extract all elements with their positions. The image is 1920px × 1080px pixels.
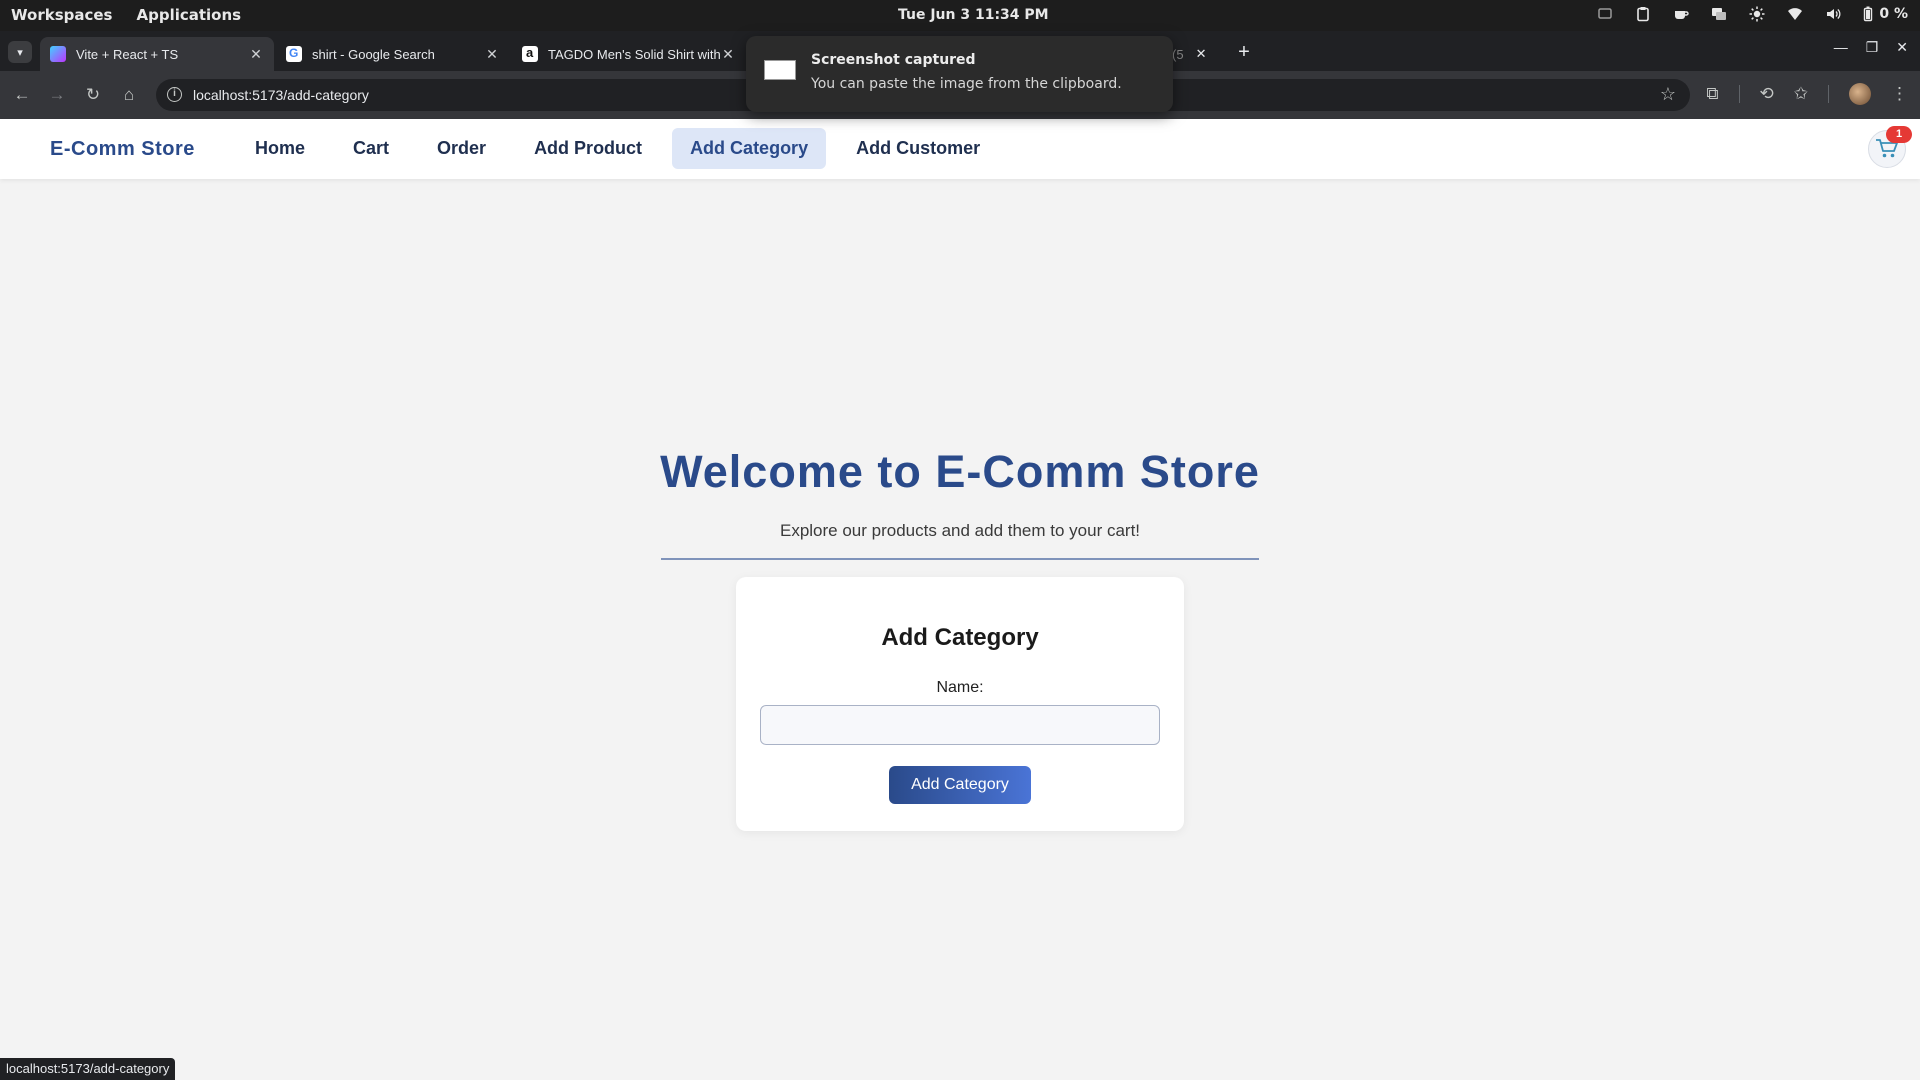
screenshot-notification[interactable]: Screenshot captured You can paste the im… bbox=[746, 36, 1173, 112]
google-icon bbox=[286, 46, 302, 62]
hero-title: Welcome to E-Comm Store bbox=[660, 446, 1260, 497]
form-title: Add Category bbox=[881, 624, 1039, 651]
amazon-icon bbox=[522, 45, 538, 62]
window-controls: — ❐ ✕ bbox=[1834, 39, 1908, 56]
applications-menu[interactable]: Applications bbox=[136, 6, 241, 24]
close-icon[interactable]: ✕ bbox=[484, 46, 500, 63]
new-tab-button[interactable]: + bbox=[1232, 41, 1256, 65]
add-category-button[interactable]: Add Category bbox=[889, 766, 1031, 804]
nav-add-product[interactable]: Add Product bbox=[516, 128, 660, 169]
nav-home[interactable]: Home bbox=[237, 128, 323, 169]
screen-icon[interactable] bbox=[1597, 6, 1613, 22]
cart-count-badge: 1 bbox=[1886, 126, 1912, 143]
volume-icon[interactable] bbox=[1825, 6, 1841, 22]
forward-icon[interactable]: → bbox=[45, 83, 69, 107]
category-name-input[interactable] bbox=[760, 705, 1160, 745]
reload-icon[interactable]: ↻ bbox=[81, 83, 105, 107]
nav-cart[interactable]: Cart bbox=[335, 128, 407, 169]
screenshot-thumbnail bbox=[764, 60, 796, 80]
toolbar-actions: ⧉ ⟲ ✩ ⋮ bbox=[1706, 83, 1908, 105]
workspaces-menu[interactable]: Workspaces bbox=[11, 6, 112, 24]
site-navbar: E-Comm Store Home Cart Order Add Product… bbox=[0, 119, 1920, 179]
nav-add-category[interactable]: Add Category bbox=[672, 128, 827, 169]
add-category-form: Add Category Name: Add Category bbox=[736, 577, 1184, 831]
web-page: E-Comm Store Home Cart Order Add Product… bbox=[0, 119, 1920, 1080]
status-bar-url: localhost:5173/add-category bbox=[0, 1058, 176, 1080]
tab-vite-react[interactable]: Vite + React + TS ✕ bbox=[40, 37, 274, 71]
toolbar-divider bbox=[1738, 85, 1740, 103]
tab-amazon-shirt[interactable]: TAGDO Men's Solid Shirt with ✕ bbox=[512, 37, 746, 71]
tab-title: (5 bbox=[1172, 46, 1184, 62]
more-menu-icon[interactable]: ⋮ bbox=[1891, 84, 1908, 104]
system-tray: 0 % bbox=[1597, 6, 1908, 22]
toolbar-divider bbox=[1828, 85, 1829, 103]
tab-partial[interactable]: (5 ✕ bbox=[1172, 37, 1222, 71]
hero-subtitle: Explore our products and add them to you… bbox=[779, 521, 1141, 540]
minimize-icon[interactable]: — bbox=[1834, 39, 1848, 56]
clipboard-icon[interactable] bbox=[1635, 6, 1651, 22]
tab-google-search[interactable]: shirt - Google Search ✕ bbox=[276, 37, 510, 71]
history-icon[interactable]: ⟲ bbox=[1760, 84, 1774, 104]
site-info-icon[interactable]: i bbox=[167, 87, 182, 102]
system-clock[interactable]: Tue Jun 3 11:34 PM bbox=[898, 7, 1049, 23]
name-label: Name: bbox=[936, 679, 984, 696]
notification-title: Screenshot captured bbox=[811, 52, 976, 68]
notification-body: You can paste the image from the clipboa… bbox=[811, 76, 1122, 92]
battery-percentage: 0 % bbox=[1879, 6, 1908, 22]
nav-links: Home Cart Order Add Product Add Category… bbox=[237, 128, 998, 169]
back-icon[interactable]: ← bbox=[10, 83, 34, 107]
nav-add-customer[interactable]: Add Customer bbox=[838, 128, 998, 169]
home-icon[interactable]: ⌂ bbox=[117, 83, 141, 107]
bookmark-star-icon[interactable]: ☆ bbox=[1660, 84, 1676, 105]
nav-order[interactable]: Order bbox=[419, 128, 504, 169]
tab-title: Vite + React + TS bbox=[76, 46, 179, 62]
close-icon[interactable]: ✕ bbox=[1196, 46, 1207, 62]
profile-avatar[interactable] bbox=[1849, 83, 1871, 105]
close-icon[interactable]: ✕ bbox=[248, 46, 264, 63]
tab-search-button[interactable]: ▾ bbox=[8, 41, 32, 63]
brightness-icon[interactable] bbox=[1749, 6, 1765, 22]
os-top-bar: Workspaces Applications Tue Jun 3 11:34 … bbox=[0, 0, 1920, 31]
close-window-icon[interactable]: ✕ bbox=[1896, 39, 1908, 56]
hero-divider bbox=[661, 558, 1259, 560]
url-text[interactable]: localhost:5173/add-category bbox=[193, 87, 369, 103]
tab-title: TAGDO Men's Solid Shirt with bbox=[548, 46, 720, 62]
brand-logo[interactable]: E-Comm Store bbox=[50, 138, 195, 161]
restore-icon[interactable]: ❐ bbox=[1866, 39, 1879, 56]
wifi-icon[interactable] bbox=[1787, 6, 1803, 22]
bookmarks-icon[interactable]: ✩ bbox=[1794, 84, 1808, 104]
vite-icon bbox=[50, 46, 66, 62]
display-icon[interactable] bbox=[1711, 6, 1727, 22]
tab-title: shirt - Google Search bbox=[312, 46, 435, 62]
coffee-icon[interactable] bbox=[1673, 6, 1689, 22]
close-icon[interactable]: ✕ bbox=[720, 46, 736, 63]
battery-icon[interactable] bbox=[1863, 6, 1873, 22]
extensions-icon[interactable]: ⧉ bbox=[1706, 84, 1718, 104]
chevron-down-icon: ▾ bbox=[17, 46, 23, 59]
